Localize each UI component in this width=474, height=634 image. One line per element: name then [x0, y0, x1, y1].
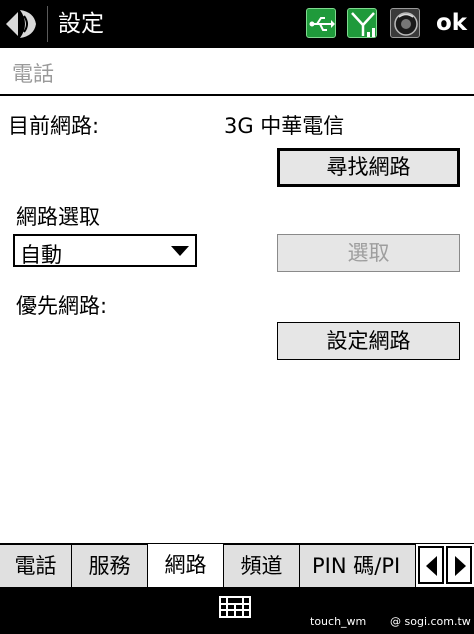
- soft-key-bar: touch_wm @ sogi.com.tw: [0, 587, 474, 634]
- network-selection-dropdown[interactable]: 自動: [13, 234, 197, 267]
- section-title: 電話: [12, 62, 54, 86]
- keyboard-icon[interactable]: [219, 596, 251, 618]
- current-network-label: 目前網路:: [8, 114, 100, 138]
- ok-button[interactable]: ok: [436, 6, 467, 40]
- tab-pin[interactable]: PIN 碼/PI: [300, 544, 416, 587]
- app-title: 設定: [58, 11, 104, 37]
- dropdown-arrow-icon: [171, 246, 189, 256]
- set-network-button[interactable]: 設定網路: [277, 322, 460, 360]
- tab-scroll-left-button[interactable]: [418, 546, 444, 584]
- dropdown-value: 自動: [20, 243, 62, 267]
- volume-icon[interactable]: [390, 8, 420, 38]
- arrow-left-icon: [426, 556, 437, 576]
- select-button[interactable]: 選取: [277, 234, 460, 272]
- title-bar: 設定 ok: [0, 0, 474, 48]
- tab-services[interactable]: 服務: [72, 544, 148, 587]
- tab-scroll-right-button[interactable]: [446, 546, 472, 584]
- tab-channels[interactable]: 頻道: [224, 544, 300, 587]
- arrow-right-icon: [455, 556, 466, 576]
- find-network-button[interactable]: 尋找網路: [277, 148, 460, 187]
- network-selection-label: 網路選取: [16, 205, 100, 229]
- signal-icon[interactable]: [347, 8, 377, 38]
- watermark-right: @ sogi.com.tw: [390, 615, 471, 628]
- usb-icon[interactable]: [306, 8, 336, 38]
- preferred-network-label: 優先網路:: [16, 294, 108, 318]
- start-icon[interactable]: [4, 6, 44, 42]
- section-header: 電話: [0, 48, 474, 96]
- current-network-value: 3G 中華電信: [224, 114, 345, 138]
- tab-network[interactable]: 網路: [148, 544, 224, 588]
- tab-bar: 電話 服務 網路 頻道 PIN 碼/PI: [0, 543, 474, 588]
- watermark-left: touch_wm: [310, 615, 367, 628]
- title-separator: [47, 6, 48, 42]
- tab-phone[interactable]: 電話: [0, 544, 72, 587]
